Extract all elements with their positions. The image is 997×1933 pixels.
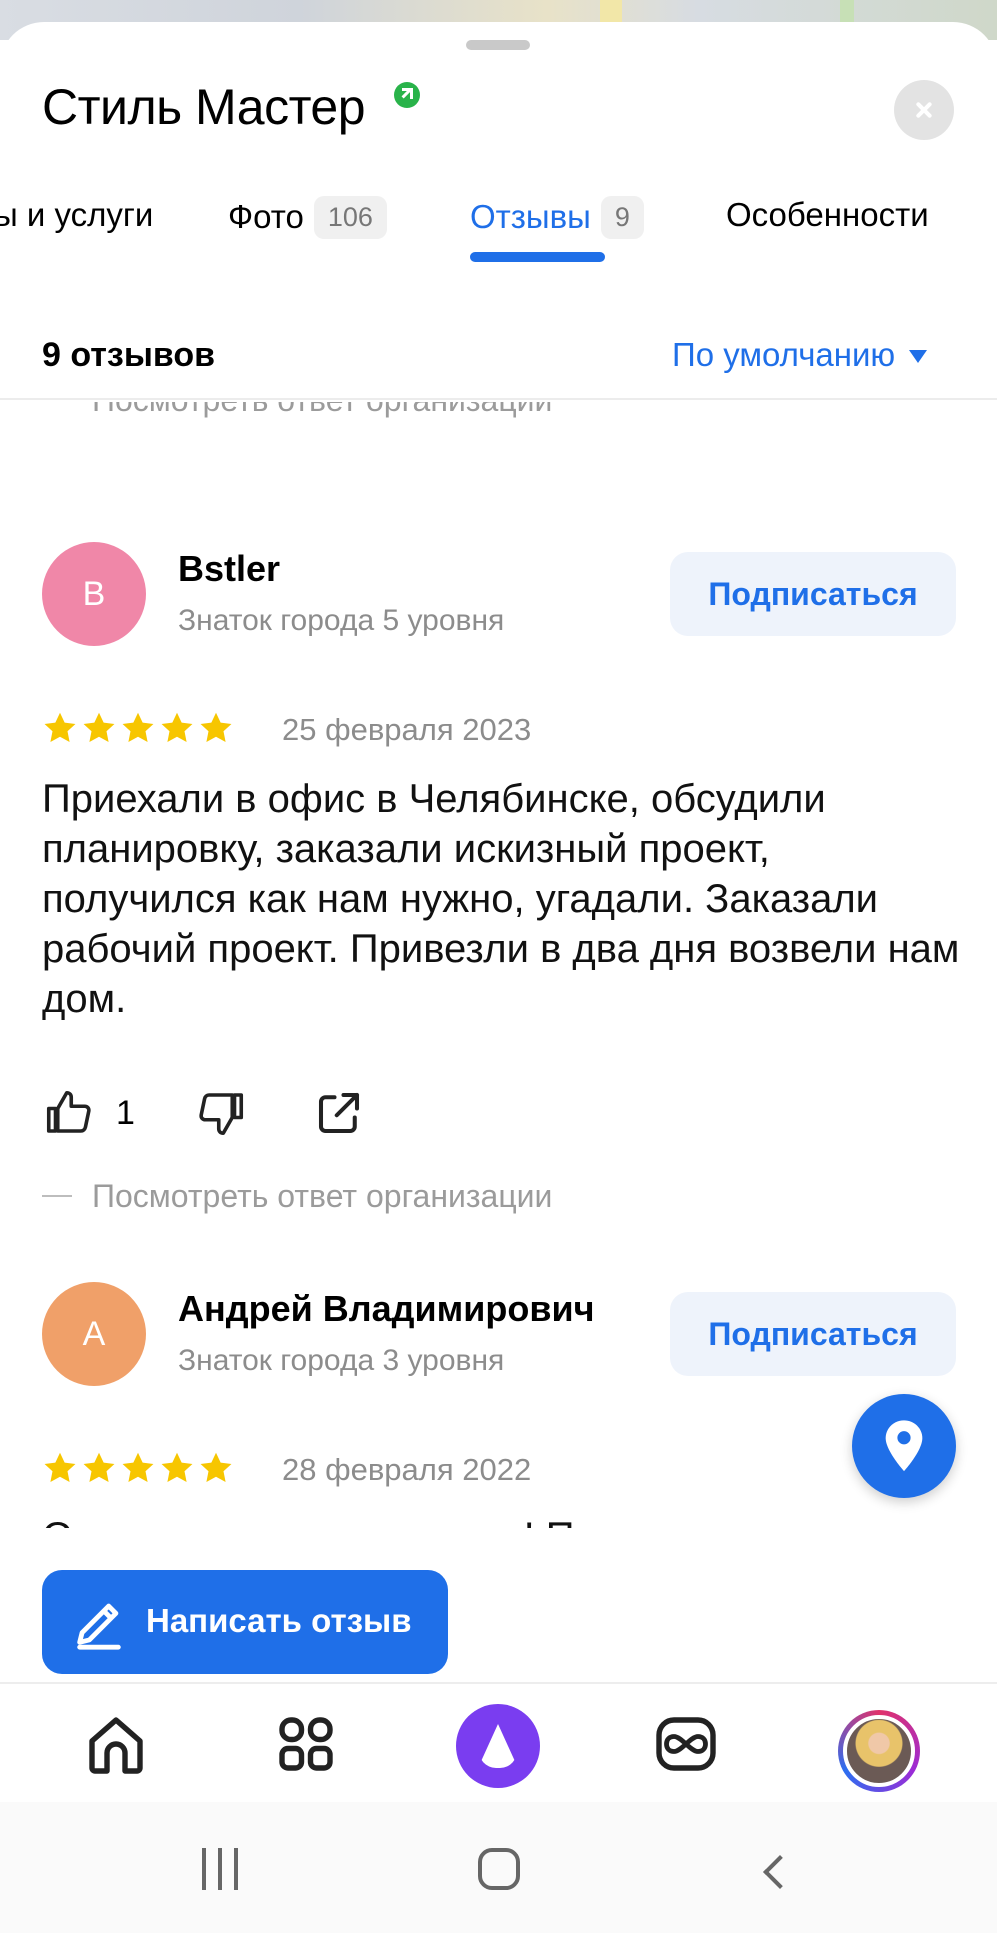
bottom-nav-bar — [0, 1682, 997, 1802]
tab-label: Особенности — [726, 196, 929, 233]
tab-reviews[interactable]: Отзывы 9 — [470, 196, 644, 239]
write-review-button[interactable]: Написать отзыв — [42, 1570, 448, 1674]
star-icon — [44, 1452, 76, 1482]
view-org-reply-link[interactable]: Посмотреть ответ организации — [42, 402, 552, 419]
clipped-region: Посмотреть ответ организации — [0, 402, 997, 426]
star-icon — [83, 712, 115, 742]
review-date: 25 февраля 2023 — [282, 712, 532, 747]
avatar[interactable]: А — [42, 1282, 146, 1386]
thumbs-up-icon[interactable] — [42, 1086, 96, 1140]
star-rating — [42, 1450, 237, 1490]
tab-services[interactable]: ы и услуги — [0, 196, 153, 234]
tab-label: ы и услуги — [0, 196, 154, 233]
org-title: Стиль Мастер — [42, 79, 366, 135]
sort-dropdown[interactable]: По умолчанию — [672, 336, 928, 374]
subscribe-button[interactable]: Подписаться — [670, 1292, 956, 1376]
location-fab[interactable] — [852, 1394, 956, 1498]
star-icon — [83, 1452, 115, 1482]
like-count: 1 — [116, 1094, 135, 1132]
star-icon — [44, 712, 76, 742]
star-icon — [161, 712, 193, 742]
subscribe-button[interactable]: Подписаться — [670, 552, 956, 636]
thumbs-down-icon[interactable] — [194, 1086, 248, 1140]
avatar[interactable]: B — [42, 542, 146, 646]
view-org-reply-link[interactable]: Посмотреть ответ организации — [42, 1178, 552, 1215]
back-icon[interactable] — [763, 1855, 797, 1889]
reply-link-label: Посмотреть ответ организации — [92, 1178, 553, 1214]
review-actions: 1 — [42, 1086, 442, 1146]
tab-label: Отзывы — [470, 198, 591, 235]
star-icon — [200, 1452, 232, 1482]
star-rating — [42, 710, 237, 750]
write-review-label: Написать отзыв — [146, 1602, 412, 1639]
tab-photos[interactable]: Фото 106 — [228, 196, 387, 239]
review-author[interactable]: Bstler — [178, 548, 280, 590]
reviews-header: 9 отзывов По умолчанию — [0, 300, 997, 400]
tab-count-badge: 9 — [600, 196, 644, 239]
review-date: 28 февраля 2022 — [282, 1452, 532, 1487]
review-text: Ответсвеная организация! Поставили — [42, 1512, 962, 1528]
reply-link-label: Посмотреть ответ организации — [92, 402, 552, 418]
author-level: Знаток города 3 уровня — [178, 1344, 505, 1377]
pencil-icon — [77, 1603, 121, 1650]
triangle-down-icon — [909, 350, 928, 363]
star-icon — [200, 712, 232, 742]
profile-avatar[interactable] — [838, 1710, 920, 1792]
alice-icon[interactable] — [456, 1704, 540, 1788]
sort-label: По умолчанию — [672, 336, 896, 373]
author-level: Знаток города 5 уровня — [178, 604, 505, 637]
tab-bar: ы и услуги Фото 106 Отзывы 9 Особенности — [0, 182, 997, 262]
sheet-grabber[interactable] — [466, 40, 530, 50]
review-text: Приехали в офис в Челябинске, обсудили п… — [42, 777, 960, 1021]
tab-features[interactable]: Особенности — [726, 196, 929, 234]
star-icon — [161, 1452, 193, 1482]
home-button-icon[interactable] — [478, 1848, 520, 1890]
avatar — [843, 1715, 915, 1787]
review-list-clip: А Андрей Владимирович Знаток города 3 ур… — [0, 1282, 997, 1528]
map-pin-icon — [885, 1420, 923, 1472]
tab-label: Фото — [228, 198, 304, 235]
review-author[interactable]: Андрей Владимирович — [178, 1288, 595, 1330]
active-tab-indicator — [470, 252, 605, 262]
tab-count-badge: 106 — [313, 196, 387, 239]
reviews-count: 9 отзывов — [42, 336, 215, 374]
home-icon[interactable] — [80, 1708, 152, 1780]
org-card-sheet: Стиль Мастер ы и услуги Фото 106 Отзывы 9 … — [0, 22, 997, 1933]
verified-arrow-icon — [394, 82, 420, 108]
loop-icon[interactable] — [650, 1708, 722, 1780]
close-button[interactable] — [894, 80, 954, 140]
share-icon[interactable] — [312, 1086, 366, 1140]
services-grid-icon[interactable] — [270, 1708, 342, 1780]
dash-icon — [42, 1195, 72, 1197]
star-icon — [122, 1452, 154, 1482]
system-nav-bar — [0, 1802, 997, 1933]
star-icon — [122, 712, 154, 742]
recent-apps-icon[interactable] — [202, 1848, 242, 1890]
